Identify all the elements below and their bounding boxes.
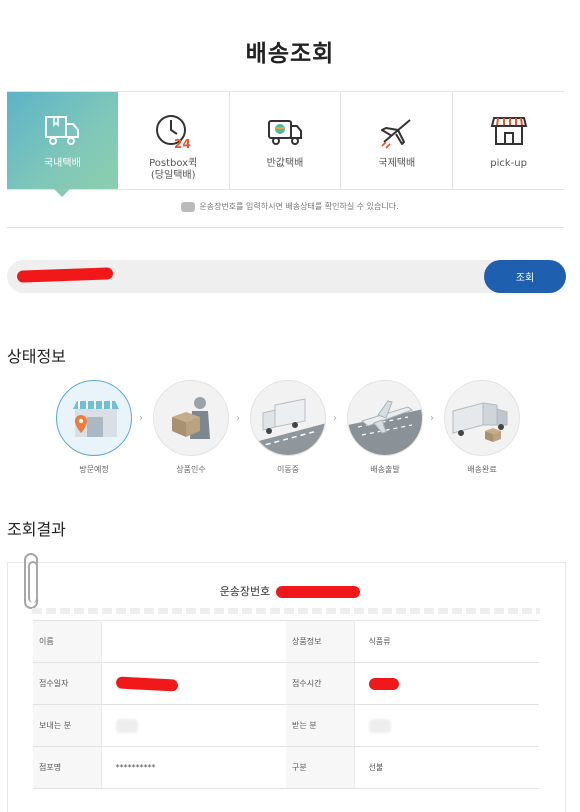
delivery-van-icon [267, 120, 302, 145]
value-recipient [354, 704, 539, 747]
value-name [101, 620, 286, 663]
waybill-label: 운송장번호 [219, 585, 271, 598]
label-recipient: 받는 분 [286, 704, 355, 747]
shipment-info-table: 이름 상품정보 식품류 접수일자 접수시간 보내는 분 받는 분 점포명 ***… [33, 620, 539, 789]
label-received-time: 접수시간 [286, 662, 355, 705]
store-location-icon [56, 380, 132, 456]
tab-label: 국제택배 [378, 158, 416, 169]
value-payment-type: 선불 [354, 746, 539, 789]
store-icon [490, 117, 527, 145]
blurred-recipient [368, 718, 391, 733]
redacted-received-time [368, 677, 399, 690]
airplane-icon [380, 119, 411, 149]
chevron-right-icon: › [430, 413, 434, 424]
tab-pickup[interactable]: pick-up [453, 92, 564, 189]
label-name: 이름 [33, 620, 102, 663]
label-store-name: 점포명 [33, 746, 102, 789]
status-steps: 방문예정 › 상품인수 › 이동중 › 배송출발 › 배송완료 [56, 380, 520, 480]
step-delivered: 배송완료 [444, 380, 520, 475]
tab-domestic[interactable]: 국내택배 [7, 92, 118, 189]
tracking-search-bar: 조회 [7, 260, 566, 293]
delivered-truck-icon [444, 380, 520, 456]
divider [7, 227, 564, 228]
chevron-right-icon: › [236, 413, 240, 424]
label-payment-type: 구분 [286, 746, 355, 789]
table-row: 이름 상품정보 식품류 [33, 620, 539, 663]
page-title: 배송조회 [245, 41, 335, 67]
table-row: 접수일자 접수시간 [33, 662, 539, 705]
tab-international[interactable]: 국제택배 [341, 92, 454, 189]
truck-road-icon [250, 380, 326, 456]
value-store-name: ********** [101, 746, 286, 789]
step-label: 배송출발 [370, 465, 400, 474]
tab-postbox-quick[interactable]: 24 Postbox퀵 (당일택배) [118, 92, 230, 189]
value-sender [101, 704, 286, 747]
waybill-number: 운송장번호 [0, 583, 580, 599]
step-in-transit: 이동중 [250, 380, 326, 475]
step-picked-up: 상품인수 [153, 380, 229, 475]
table-row: 보내는 분 받는 분 [33, 704, 539, 747]
tab-label: 국내택배 [43, 158, 81, 169]
step-label: 방문예정 [79, 465, 109, 474]
label-product-info: 상품정보 [286, 620, 355, 663]
redacted-waybill-number [276, 586, 361, 598]
clock-24-icon: 24 [156, 115, 191, 150]
divider [32, 608, 540, 614]
tab-label: Postbox퀵 (당일택배) [149, 158, 198, 181]
step-out-for-delivery: 배송출발 [347, 380, 423, 475]
truck-box-icon [45, 116, 80, 145]
value-product-info: 식품류 [354, 620, 539, 663]
tab-label: pick-up [490, 158, 527, 169]
speech-bubble-icon [181, 201, 196, 212]
step-label: 상품인수 [176, 465, 206, 474]
service-tabs: 국내택배 24 Postbox퀵 (당일택배) 반값택배 국제택배 pick-u… [7, 91, 564, 190]
label-received-date: 접수일자 [33, 662, 102, 705]
notice-text: 운송장번호를 입력하시면 배송상태를 확인하실 수 있습니다. [199, 202, 399, 211]
table-row: 점포명 ********** 구분 선불 [33, 746, 539, 789]
value-received-date [101, 662, 286, 705]
search-button[interactable]: 조회 [484, 260, 566, 293]
label-sender: 보내는 분 [33, 704, 102, 747]
blurred-sender [115, 718, 138, 733]
value-received-time [354, 662, 539, 705]
paperclip-icon [24, 553, 38, 609]
tab-half-price[interactable]: 반값택배 [230, 92, 342, 189]
search-notice: 운송장번호를 입력하시면 배송상태를 확인하실 수 있습니다. [0, 201, 580, 212]
redacted-received-date [115, 675, 178, 692]
step-label: 이동중 [276, 465, 300, 474]
chevron-right-icon: › [333, 413, 337, 424]
step-visit-scheduled: 방문예정 [56, 380, 132, 475]
courier-box-icon [153, 380, 229, 456]
status-section-title: 상태정보 [7, 347, 66, 366]
tab-label: 반값택배 [266, 158, 304, 169]
airport-plane-icon [347, 380, 423, 456]
step-label: 배송완료 [467, 465, 497, 474]
chevron-right-icon: › [139, 413, 143, 424]
svg-text:24: 24 [174, 137, 191, 150]
result-section-title: 조회결과 [7, 520, 66, 539]
